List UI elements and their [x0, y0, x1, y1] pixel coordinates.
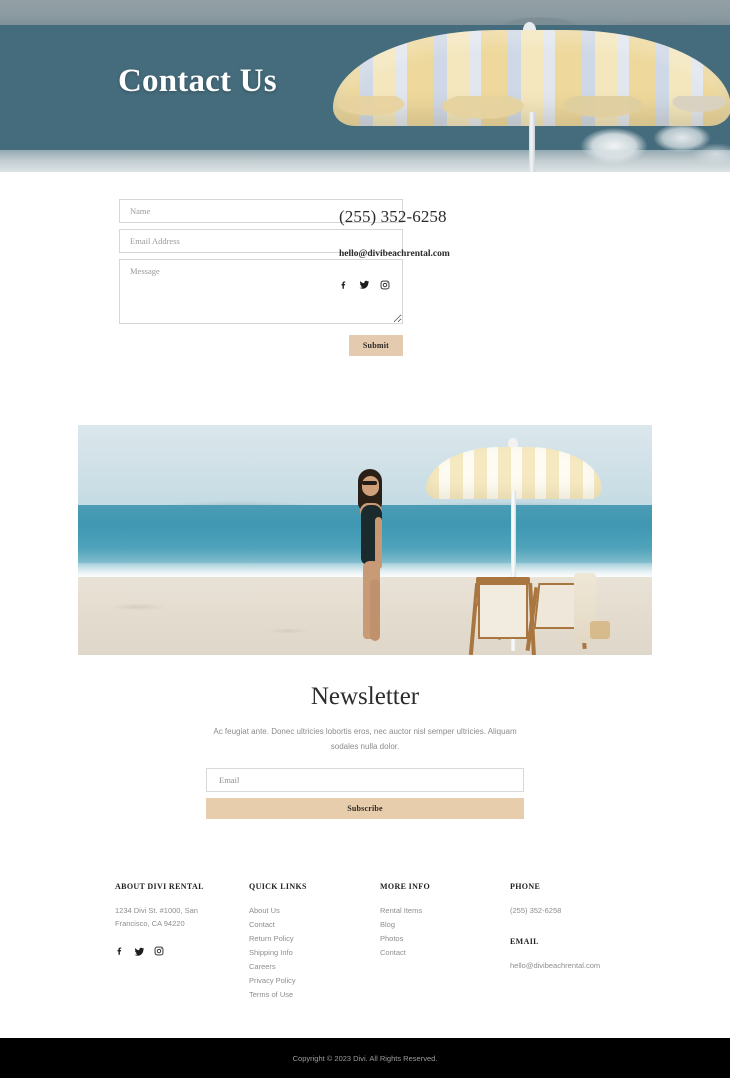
- contact-phone: (255) 352-6258: [339, 207, 447, 226]
- facebook-icon[interactable]: [339, 280, 349, 290]
- beach-feature-image: [78, 425, 652, 655]
- hero-umbrella-icon: [331, 22, 730, 172]
- footer-column-quick-links: QUICK LINKS About Us Contact Return Poli…: [249, 882, 380, 1003]
- facebook-icon[interactable]: [115, 946, 125, 956]
- footer-link-privacy-policy[interactable]: Privacy Policy: [249, 974, 380, 988]
- newsletter-email-input[interactable]: [206, 767, 524, 792]
- footer-phone-value: (255) 352-6258: [510, 905, 562, 915]
- footer-link-shipping-info[interactable]: Shipping Info: [249, 946, 380, 960]
- footer-link-rental-items[interactable]: Rental Items: [380, 904, 510, 918]
- hero-banner: Contact Us: [0, 0, 730, 172]
- copyright-text: Copyright © 2023 Divi. All Rights Reserv…: [292, 1053, 438, 1063]
- footer-address-line1: 1234 Divi St. #1000, San: [115, 905, 198, 915]
- footer-address: 1234 Divi St. #1000, San Francisco, CA 9…: [115, 904, 249, 931]
- footer-quick-links-heading: QUICK LINKS: [249, 881, 307, 891]
- contact-details: (255) 352-6258 hello@divibeachrental.com: [330, 199, 450, 356]
- footer-link-terms-of-use[interactable]: Terms of Use: [249, 988, 380, 1002]
- footer-link-photos[interactable]: Photos: [380, 932, 510, 946]
- newsletter-description: Ac feugiat ante. Donec ultricies loborti…: [213, 727, 517, 751]
- footer-link-about-us[interactable]: About Us: [249, 904, 380, 918]
- instagram-icon[interactable]: [154, 946, 164, 956]
- page-title: Contact Us: [118, 63, 277, 99]
- footer-column-contact: PHONE (255) 352-6258 EMAIL hello@divibea…: [510, 882, 670, 1003]
- footer-email-heading: EMAIL: [510, 937, 539, 947]
- contact-email: hello@divibeachrental.com: [339, 249, 450, 259]
- newsletter-title: Newsletter: [310, 683, 420, 710]
- footer-link-contact-more[interactable]: Contact: [380, 946, 510, 960]
- feature-image-section: [0, 356, 730, 655]
- footer-column-more-info: MORE INFO Rental Items Blog Photos Conta…: [380, 882, 510, 1003]
- twitter-icon[interactable]: [359, 279, 370, 290]
- newsletter-form: Subscribe: [206, 767, 524, 819]
- footer-more-info-heading: MORE INFO: [380, 881, 431, 891]
- footer-link-return-policy[interactable]: Return Policy: [249, 932, 380, 946]
- footer: ABOUT DIVI RENTAL 1234 Divi St. #1000, S…: [0, 819, 730, 1003]
- beach-basket: [590, 621, 610, 639]
- instagram-icon[interactable]: [380, 280, 390, 290]
- footer-phone-heading: PHONE: [510, 881, 541, 891]
- woman-figure: [350, 469, 394, 641]
- footer-about-heading: ABOUT DIVI RENTAL: [115, 881, 204, 891]
- contact-section: Submit (255) 352-6258 hello@divibeachren…: [0, 172, 730, 356]
- copyright-bar: Copyright © 2023 Divi. All Rights Reserv…: [0, 1038, 730, 1079]
- footer-column-about: ABOUT DIVI RENTAL 1234 Divi St. #1000, S…: [115, 882, 249, 1003]
- footer-link-contact[interactable]: Contact: [249, 918, 380, 932]
- newsletter-section: Newsletter Ac feugiat ante. Donec ultric…: [0, 655, 730, 819]
- subscribe-button[interactable]: Subscribe: [206, 797, 524, 819]
- footer-link-careers[interactable]: Careers: [249, 960, 380, 974]
- footer-social-links: [115, 946, 249, 957]
- footer-address-line2: Francisco, CA 94220: [115, 919, 185, 929]
- contact-form: Submit: [0, 199, 403, 356]
- twitter-icon[interactable]: [134, 946, 145, 957]
- contact-social-links: [339, 279, 450, 290]
- footer-email-value: hello@divibeachrental.com: [510, 961, 601, 971]
- footer-link-blog[interactable]: Blog: [380, 918, 510, 932]
- deck-chair-right: [525, 573, 598, 653]
